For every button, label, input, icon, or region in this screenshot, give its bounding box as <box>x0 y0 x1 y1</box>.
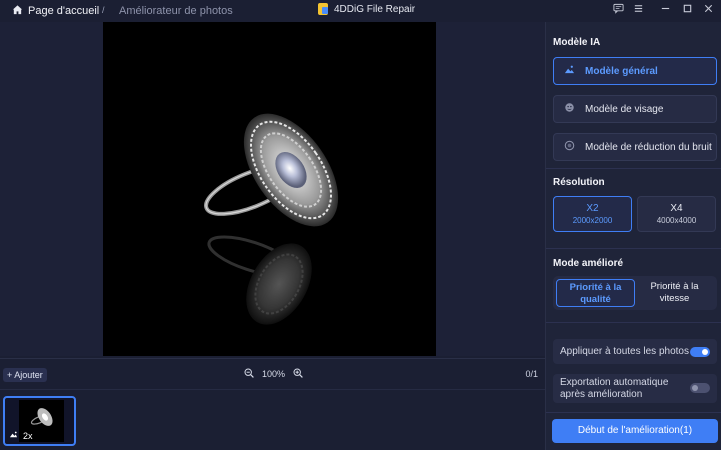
ring-photo <box>204 113 339 325</box>
mode-quality-line2: qualité <box>580 294 611 305</box>
thumbnail-strip: 2x <box>0 389 545 450</box>
auto-export-option: Exportation automatique après améliorati… <box>553 374 717 403</box>
model-denoise-label: Modèle de réduction du bruit <box>585 141 712 153</box>
app-title: 4DDiG File Repair <box>318 3 415 15</box>
chat-icon <box>612 3 624 17</box>
divider <box>546 322 721 323</box>
model-face-button[interactable]: Modèle de visage <box>553 95 717 123</box>
breadcrumb-separator: / <box>102 5 105 15</box>
resolution-x4-label: X4 <box>670 203 683 214</box>
photo-counter: 0/1 <box>525 369 538 379</box>
resolution-x2-button[interactable]: X2 2000x2000 <box>553 196 632 232</box>
close-button[interactable] <box>700 3 716 17</box>
hamburger-icon <box>633 3 644 17</box>
maximize-button[interactable] <box>679 3 695 17</box>
home-label: Page d'accueil <box>28 5 100 17</box>
resolution-x4-button[interactable]: X4 4000x4000 <box>637 196 716 232</box>
mode-selector: Priorité à la qualité Priorité à la vite… <box>553 276 717 310</box>
scale-label: 2x <box>23 430 33 441</box>
image-icon <box>9 430 18 441</box>
apply-all-option: Appliquer à toutes les photos <box>553 339 717 364</box>
mode-quality-button[interactable]: Priorité à la qualité <box>556 279 635 307</box>
zoom-level: 100% <box>262 369 286 379</box>
resolution-x2-label: X2 <box>586 203 599 214</box>
mode-section-title: Mode amélioré <box>553 258 624 269</box>
model-section-title: Modèle IA <box>553 37 601 48</box>
breadcrumb-current: Améliorateur de photos <box>119 5 233 17</box>
model-face-label: Modèle de visage <box>585 103 664 115</box>
thumbnail-badge: 2x <box>9 430 33 441</box>
zoom-control: 100% <box>244 368 303 380</box>
feedback-button[interactable] <box>610 3 626 17</box>
zoom-out-icon[interactable] <box>244 368 254 380</box>
minimize-button[interactable] <box>657 3 673 17</box>
settings-panel: Modèle IA Modèle général Modèle de visag… <box>545 22 721 450</box>
model-general-label: Modèle général <box>585 65 658 77</box>
zoom-in-icon[interactable] <box>293 368 303 380</box>
title-bar: Page d'accueil / Améliorateur de photos … <box>0 0 721 22</box>
model-denoise-button[interactable]: Modèle de réduction du bruit <box>553 133 717 161</box>
minimize-icon <box>660 3 671 17</box>
photo-preview[interactable] <box>103 22 436 356</box>
face-icon <box>564 102 575 116</box>
resolution-x2-size: 2000x2000 <box>572 216 613 225</box>
app-logo-icon <box>318 3 328 15</box>
model-general-button[interactable]: Modèle général <box>553 57 717 85</box>
apply-all-label: Appliquer à toutes les photos <box>560 346 689 357</box>
maximize-icon <box>682 3 693 17</box>
add-button[interactable]: + Ajouter <box>3 368 47 382</box>
mode-quality-line1: Priorité à la <box>569 282 622 293</box>
apply-all-toggle[interactable] <box>690 347 710 357</box>
noise-icon <box>564 140 575 154</box>
app-title-text: 4DDiG File Repair <box>334 3 416 15</box>
thumbnail-item[interactable]: 2x <box>3 396 76 446</box>
resolution-section-title: Résolution <box>553 177 605 188</box>
home-link[interactable]: Page d'accueil <box>12 4 99 18</box>
mode-speed-line1: Priorité à la <box>650 281 699 292</box>
mode-speed-button[interactable]: Priorité à la vitesse <box>635 279 714 307</box>
landscape-icon <box>564 64 575 78</box>
close-icon <box>703 3 714 17</box>
divider <box>546 168 721 169</box>
menu-button[interactable] <box>630 3 646 17</box>
mode-speed-line2: vitesse <box>659 293 690 304</box>
start-enhance-button[interactable]: Début de l'amélioration(1) <box>552 419 718 443</box>
home-icon <box>12 4 23 18</box>
divider <box>546 248 721 249</box>
auto-export-toggle[interactable] <box>690 383 710 393</box>
resolution-x4-size: 4000x4000 <box>656 216 697 225</box>
preview-toolbar: + Ajouter 100% 0/1 <box>0 358 545 388</box>
divider <box>546 412 721 413</box>
